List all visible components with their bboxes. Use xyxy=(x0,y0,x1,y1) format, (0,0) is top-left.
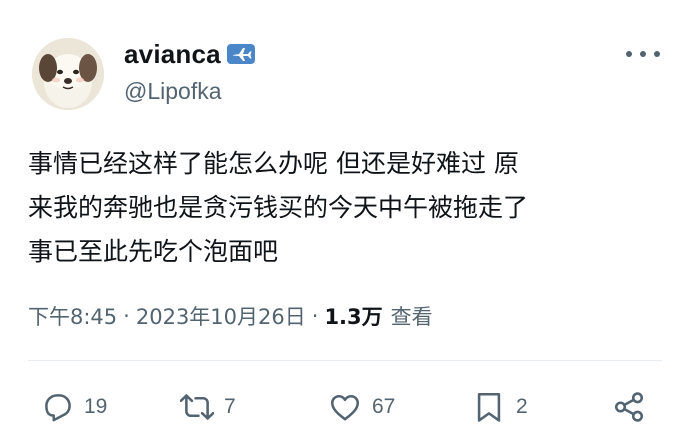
dog-cartoon-avatar xyxy=(32,38,104,110)
tweet-date[interactable]: 2023年10月26日 xyxy=(136,301,306,331)
views-label[interactable]: 查看 xyxy=(391,301,433,331)
share-icon xyxy=(614,392,644,422)
share-button[interactable] xyxy=(612,383,646,431)
bookmark-count: 2 xyxy=(516,395,528,418)
reply-button[interactable]: 19 xyxy=(40,383,107,431)
tweet-line: 事已至此先吃个泡面吧 xyxy=(28,237,279,266)
retweet-count: 7 xyxy=(224,395,236,418)
bookmark-button[interactable]: 2 xyxy=(472,383,528,431)
avatar[interactable] xyxy=(32,38,104,110)
tweet-line: 来我的奔驰也是贪污钱买的今天中午被拖走了 xyxy=(28,193,529,222)
retweet-icon xyxy=(180,394,214,420)
heart-icon xyxy=(330,394,360,421)
tweet-meta: 下午8:45 · 2023年10月26日 · 1.3万 查看 xyxy=(28,300,433,332)
bookmark-icon xyxy=(477,392,501,422)
tweet-line: 事情已经这样了能怎么办呢 但还是好难过 原 xyxy=(28,149,519,178)
author-name-row[interactable]: avianca xyxy=(124,38,255,70)
reply-count: 19 xyxy=(84,395,108,418)
views-count[interactable]: 1.3万 xyxy=(324,301,382,331)
tweet-time[interactable]: 下午8:45 xyxy=(28,301,117,331)
divider xyxy=(28,360,662,361)
action-bar: 19 7 67 2 xyxy=(0,383,690,431)
retweet-button[interactable]: 7 xyxy=(180,383,236,431)
dot-icon xyxy=(654,51,660,57)
meta-separator: · xyxy=(311,304,319,328)
tweet-text: 事情已经这样了能怎么办呢 但还是好难过 原 来我的奔驰也是贪污钱买的今天中午被拖… xyxy=(28,142,668,274)
airplane-badge-icon xyxy=(226,44,255,64)
display-name[interactable]: avianca xyxy=(124,39,221,70)
like-button[interactable]: 67 xyxy=(328,383,395,431)
dot-icon xyxy=(626,51,632,57)
user-handle[interactable]: @Lipofka xyxy=(124,78,222,105)
meta-separator: · xyxy=(123,304,130,328)
like-count: 67 xyxy=(372,395,396,418)
more-options-button[interactable] xyxy=(626,44,660,64)
reply-icon xyxy=(45,394,71,422)
dot-icon xyxy=(640,51,646,57)
